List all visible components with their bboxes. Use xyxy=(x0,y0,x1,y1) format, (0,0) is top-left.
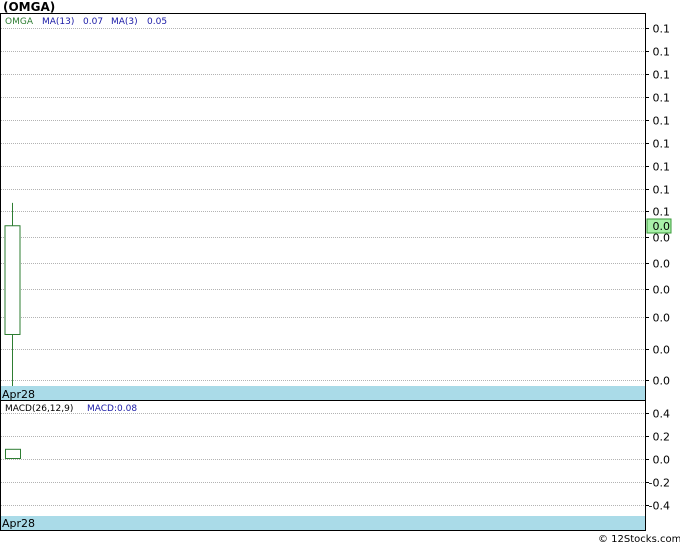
price-tick-label: 0.1 xyxy=(653,69,671,82)
macd-tick-label: 0.0 xyxy=(653,454,671,467)
price-tick-label: 0.1 xyxy=(653,23,671,36)
stock-chart: (OMGA) 0.10.10.10.10.10.10.10.10.10.00.0… xyxy=(0,0,680,545)
candle-body xyxy=(4,225,21,335)
candles xyxy=(4,202,21,386)
price-axis-ticks: 0.10.10.10.10.10.10.10.10.10.00.00.00.00… xyxy=(645,23,670,388)
macd-date-label: Apr28 xyxy=(2,517,35,530)
last-price-label: 0.0 xyxy=(653,220,671,233)
legend-ma3-label: MA(3) xyxy=(111,17,138,27)
price-tick-label: 0.1 xyxy=(653,161,671,174)
price-gridlines xyxy=(1,28,645,381)
macd-panel-frame xyxy=(0,400,646,531)
macd-bar xyxy=(5,448,21,459)
price-tick-label: 0.1 xyxy=(653,138,671,151)
macd-legend-label: MACD(26,12,9) xyxy=(5,404,73,414)
chart-title: (OMGA) xyxy=(3,0,55,14)
price-tick-label: 0.0 xyxy=(653,258,671,271)
price-tick-label: 0.1 xyxy=(653,115,671,128)
macd-legend: MACD(26,12,9) MACD:0.08 xyxy=(5,404,137,414)
price-tick-label: 0.1 xyxy=(653,92,671,105)
price-tick-label: 0.0 xyxy=(653,312,671,325)
price-tick-label: 0.0 xyxy=(653,284,671,297)
macd-axis-ticks: 0.4 0.2 0.0 -0.2 -0.4 xyxy=(645,408,670,513)
legend-ma3-value: 0.05 xyxy=(147,17,167,27)
price-tick-label: 0.0 xyxy=(653,344,671,357)
macd-tick-label: 0.2 xyxy=(653,431,671,444)
legend-ma13-label: MA(13) xyxy=(42,17,74,27)
price-tick-label: 0.0 xyxy=(653,375,671,388)
price-tick-label: 0.1 xyxy=(653,46,671,59)
macd-bars xyxy=(5,448,21,459)
legend-symbol: OMGA xyxy=(5,17,34,27)
price-legend: OMGA MA(13) 0.07 MA(3) 0.05 xyxy=(5,17,167,27)
price-tick-label: 0.1 xyxy=(653,184,671,197)
macd-gridlines xyxy=(1,413,645,506)
macd-tick-label: -0.4 xyxy=(649,500,670,513)
price-panel-frame xyxy=(0,13,646,401)
macd-legend-value: MACD:0.08 xyxy=(87,404,137,414)
macd-tick-label: 0.4 xyxy=(653,408,671,421)
credit-text: © 12Stocks.com xyxy=(598,534,680,545)
price-date-label: Apr28 xyxy=(2,388,35,401)
macd-tick-label: -0.2 xyxy=(649,477,670,490)
price-tick-label: 0.1 xyxy=(653,206,671,219)
macd-date-bar xyxy=(1,516,645,530)
legend-ma13-value: 0.07 xyxy=(83,17,103,27)
price-date-bar xyxy=(1,386,645,400)
